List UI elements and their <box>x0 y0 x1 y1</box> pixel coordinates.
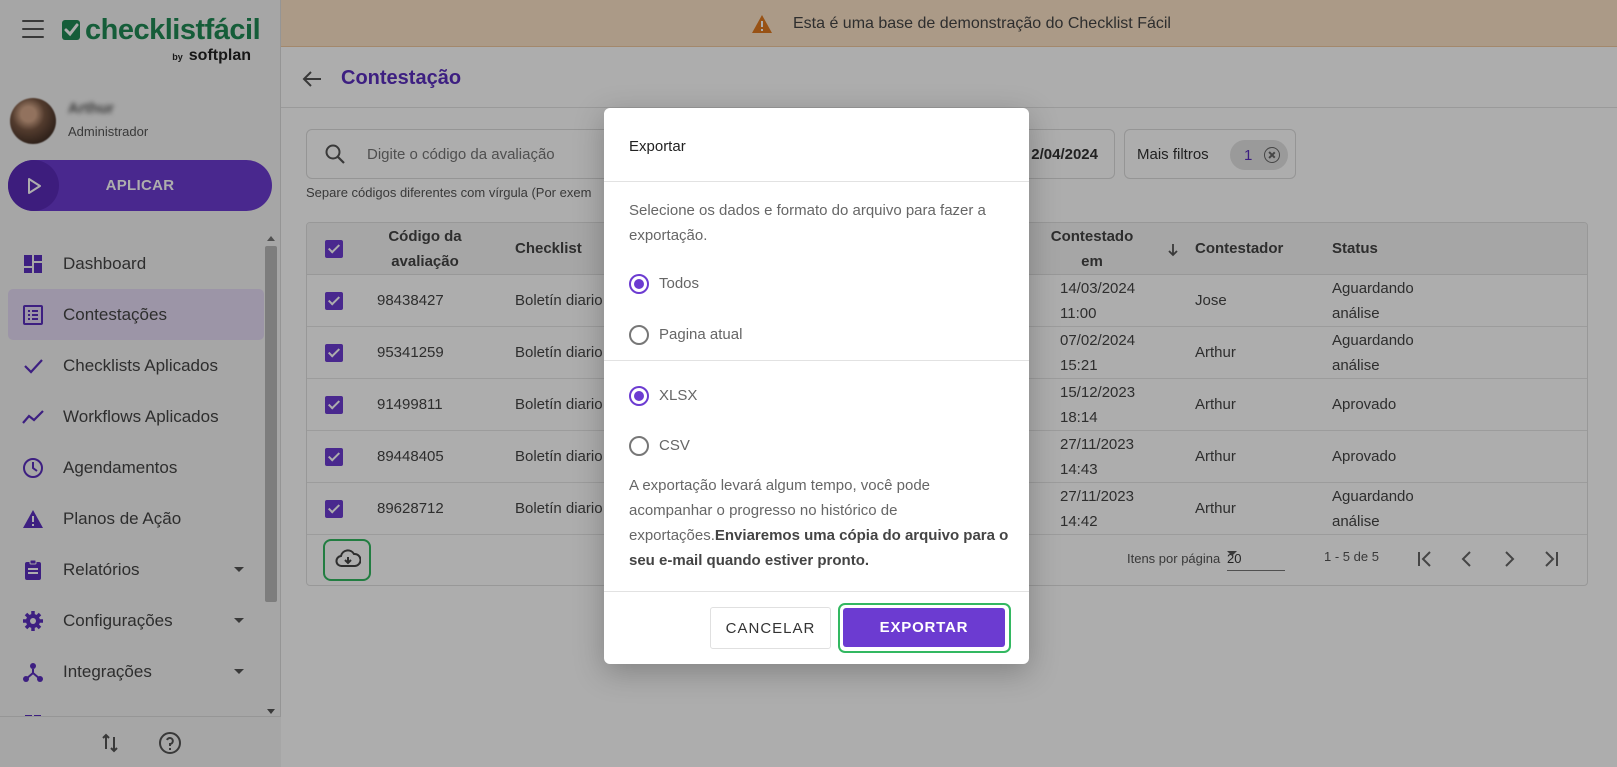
dialog-note: A exportação levará algum tempo, você po… <box>629 473 1014 573</box>
radio-format-csv[interactable] <box>629 436 649 456</box>
export-button[interactable]: EXPORTAR <box>843 608 1005 647</box>
radio-scope-todos-label[interactable]: Todos <box>659 275 699 292</box>
dialog-description: Selecione os dados e formato do arquivo … <box>629 202 986 244</box>
export-button-highlight: EXPORTAR <box>838 603 1011 653</box>
radio-format-csv-label[interactable]: CSV <box>659 437 690 454</box>
export-dialog: Exportar Selecione os dados e formato do… <box>604 108 1029 664</box>
divider <box>604 360 1029 361</box>
dialog-title: Exportar <box>629 138 686 155</box>
divider <box>604 181 1029 182</box>
radio-format-xlsx-label[interactable]: XLSX <box>659 387 697 404</box>
divider <box>604 591 1029 592</box>
radio-format-xlsx[interactable] <box>629 386 649 406</box>
cancel-button[interactable]: CANCELAR <box>710 607 831 649</box>
radio-scope-pagina-atual-label[interactable]: Pagina atual <box>659 326 742 343</box>
radio-scope-pagina-atual[interactable] <box>629 325 649 345</box>
radio-scope-todos[interactable] <box>629 274 649 294</box>
